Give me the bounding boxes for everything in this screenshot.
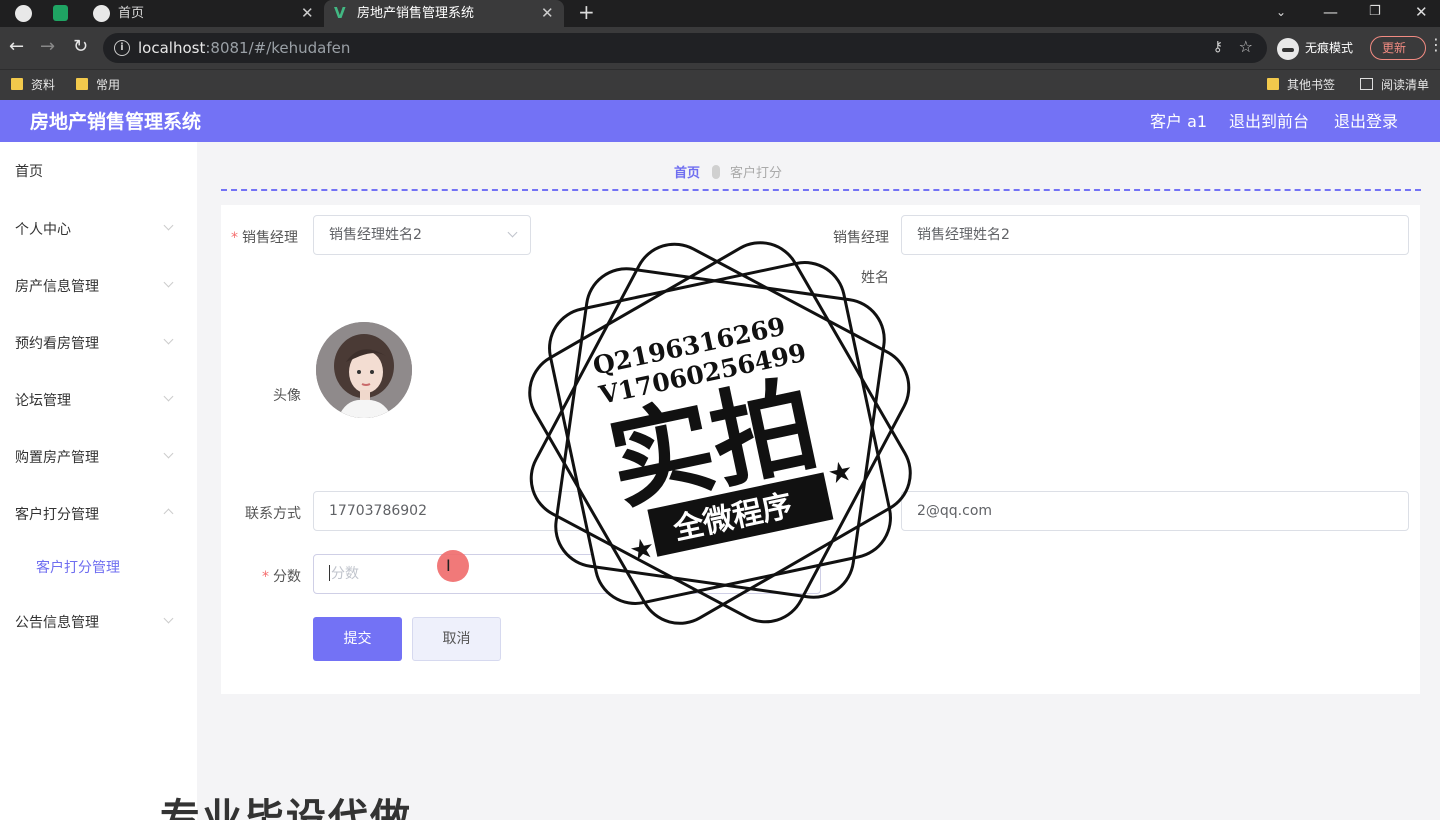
browser-tab-bar: 首页 ✕ V 房地产销售管理系统 ✕ + ⌄ — ❐ ✕ bbox=[0, 0, 1440, 27]
sidebar-item-purchase[interactable]: 购置房产管理 bbox=[15, 447, 99, 467]
url-field[interactable]: i localhost:8081/#/kehudafen ⚷ ☆ bbox=[103, 33, 1267, 63]
sidebar-subitem-rating[interactable]: 客户打分管理 bbox=[36, 557, 120, 577]
globe-icon bbox=[93, 5, 110, 22]
url-text[interactable]: localhost:8081/#/kehudafen bbox=[138, 33, 350, 63]
email-field[interactable]: 2@qq.com bbox=[901, 491, 1409, 531]
folder-icon bbox=[11, 78, 23, 90]
breadcrumb-current: 客户打分 bbox=[730, 166, 783, 181]
manager-name-field[interactable]: 销售经理姓名2 bbox=[901, 215, 1409, 255]
key-icon[interactable]: ⚷ bbox=[1213, 39, 1223, 55]
sidebar-item-home[interactable]: 首页 bbox=[15, 161, 43, 181]
ibeam-cursor-icon: I bbox=[446, 556, 451, 575]
reload-icon[interactable]: ↻ bbox=[73, 36, 88, 58]
info-icon[interactable]: i bbox=[114, 40, 130, 56]
address-bar: ← → ↻ i localhost:8081/#/kehudafen ⚷ ☆ 无… bbox=[0, 27, 1440, 69]
other-bookmarks[interactable]: 其他书签 bbox=[1267, 76, 1335, 94]
new-tab-button[interactable]: + bbox=[578, 0, 595, 24]
close-tab-icon[interactable]: ✕ bbox=[301, 0, 314, 27]
app-brand: 房地产销售管理系统 bbox=[30, 111, 202, 133]
manager-select[interactable]: 销售经理姓名2 bbox=[313, 215, 531, 255]
incognito-label: 无痕模式 bbox=[1305, 41, 1354, 55]
close-window-icon[interactable]: ✕ bbox=[1415, 0, 1428, 24]
bookmark-label: 阅读清单 bbox=[1381, 78, 1430, 92]
reading-list[interactable]: 阅读清单 bbox=[1360, 76, 1429, 94]
sidebar-item-property[interactable]: 房产信息管理 bbox=[15, 276, 99, 296]
tab-search-icon[interactable]: ⌄ bbox=[1276, 0, 1286, 24]
sidebar-item-notice[interactable]: 公告信息管理 bbox=[15, 612, 99, 632]
manager-select-value: 销售经理姓名2 bbox=[329, 227, 422, 243]
more-menu-icon[interactable]: ⋮ bbox=[1428, 35, 1440, 54]
bookmark-label: 常用 bbox=[96, 78, 121, 92]
bookmark-folder[interactable]: 资料 bbox=[11, 76, 55, 94]
bottom-watermark: 专业毕设代做 bbox=[160, 796, 412, 820]
logout-link[interactable]: 退出登录 bbox=[1334, 100, 1398, 144]
required-mark: * bbox=[231, 230, 238, 246]
update-button[interactable]: 更新 bbox=[1370, 36, 1426, 60]
restore-icon[interactable]: ❐ bbox=[1369, 0, 1381, 24]
bookmark-label: 资料 bbox=[31, 78, 56, 92]
contact-label: 联系方式 bbox=[245, 506, 301, 522]
url-host: localhost bbox=[138, 39, 206, 57]
tab-title: 首页 bbox=[118, 6, 145, 21]
tab-title: 房地产销售管理系统 bbox=[357, 6, 475, 21]
cancel-button[interactable]: 取消 bbox=[412, 617, 501, 661]
close-tab-icon[interactable]: ✕ bbox=[541, 0, 554, 27]
divider bbox=[221, 189, 1421, 191]
url-path: :8081/#/kehudafen bbox=[205, 39, 351, 57]
tab-active[interactable]: V 房地产销售管理系统 ✕ bbox=[324, 0, 564, 27]
label-text: 销售经理 bbox=[242, 230, 298, 246]
score-placeholder: 分数 bbox=[331, 566, 359, 582]
avatar[interactable] bbox=[316, 322, 412, 418]
sidebar-item-rating[interactable]: 客户打分管理 bbox=[15, 504, 99, 524]
sidebar-item-viewing[interactable]: 预约看房管理 bbox=[15, 333, 99, 353]
user-label: 客户 a1 bbox=[1150, 112, 1208, 131]
bookmarks-bar: 资料 常用 其他书签 阅读清单 bbox=[0, 69, 1440, 100]
incognito-indicator[interactable]: 无痕模式 bbox=[1277, 36, 1353, 60]
folder-icon bbox=[1267, 78, 1279, 90]
click-indicator bbox=[437, 550, 469, 582]
app-header: 房地产销售管理系统 客户 a1 退出到前台 退出登录 bbox=[0, 100, 1440, 142]
vue-logo-icon: V bbox=[334, 4, 346, 22]
avatar-portrait bbox=[316, 322, 412, 418]
required-mark: * bbox=[262, 569, 269, 585]
watermark-stamp: Q2196316269 V17060256499 实拍 全微程序 ★ ★ bbox=[528, 241, 912, 625]
sidebar-item-forum[interactable]: 论坛管理 bbox=[15, 390, 71, 410]
bookmark-star-icon[interactable]: ☆ bbox=[1239, 37, 1253, 56]
sidebar bbox=[0, 142, 197, 820]
chevron-down-icon bbox=[507, 227, 518, 238]
minimize-icon[interactable]: — bbox=[1323, 0, 1338, 24]
folder-icon bbox=[76, 78, 88, 90]
sidebar-item-profile[interactable]: 个人中心 bbox=[15, 219, 71, 239]
avatar-label: 头像 bbox=[273, 388, 301, 404]
forward-icon[interactable]: → bbox=[40, 36, 55, 58]
manager-label: * 销售经理 bbox=[231, 227, 298, 247]
incognito-icon bbox=[1277, 37, 1299, 60]
back-icon[interactable]: ← bbox=[9, 36, 24, 58]
breadcrumb-separator-icon bbox=[712, 165, 721, 179]
breadcrumb-home[interactable]: 首页 bbox=[674, 166, 700, 181]
submit-button[interactable]: 提交 bbox=[313, 617, 402, 661]
score-label: * 分数 bbox=[262, 566, 301, 586]
tab-home[interactable]: 首页 ✕ bbox=[85, 0, 323, 27]
to-front-link[interactable]: 退出到前台 bbox=[1229, 100, 1309, 144]
globe-icon[interactable] bbox=[15, 5, 32, 22]
sheets-icon[interactable] bbox=[53, 5, 68, 21]
label-text: 分数 bbox=[273, 569, 301, 585]
bookmark-label: 其他书签 bbox=[1287, 78, 1336, 92]
bookmark-folder[interactable]: 常用 bbox=[76, 76, 120, 94]
reading-list-icon bbox=[1360, 78, 1373, 90]
breadcrumb: 首页 客户打分 bbox=[674, 162, 782, 181]
text-caret bbox=[329, 565, 330, 581]
